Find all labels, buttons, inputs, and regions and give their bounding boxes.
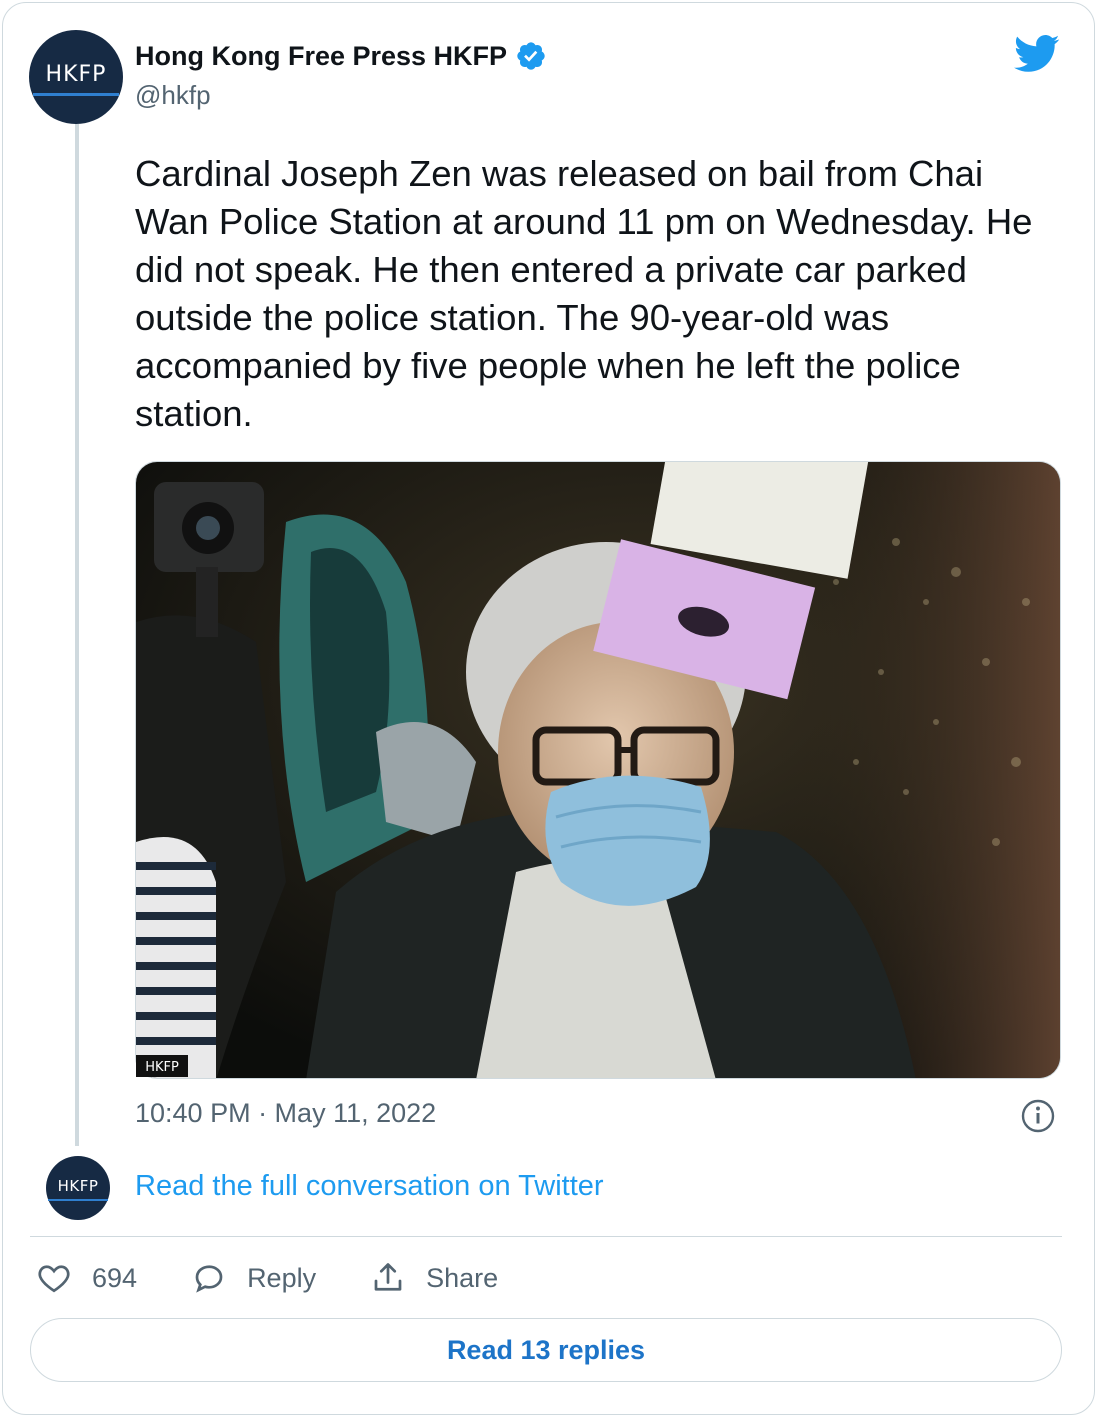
read-full-conversation-link[interactable]: Read the full conversation on Twitter	[135, 1170, 604, 1203]
like-button[interactable]: 694	[36, 1260, 137, 1296]
info-icon[interactable]	[1020, 1098, 1056, 1134]
photo-image	[136, 462, 1060, 1078]
thread-line	[75, 124, 79, 1146]
conversation-avatar-text: HKFP	[57, 1177, 99, 1195]
verified-badge-icon	[517, 42, 545, 70]
share-label: Share	[426, 1262, 499, 1293]
photo-watermark-text: HKFP	[145, 1060, 179, 1075]
twitter-bird-icon[interactable]	[1014, 34, 1060, 74]
avatar-logo-text: HKFP	[45, 62, 107, 87]
striped-shirt	[136, 837, 216, 1078]
photo-watermark: HKFP	[136, 1055, 188, 1077]
author-handle[interactable]: @hkfp	[135, 80, 211, 111]
tweet-timestamp[interactable]: 10:40 PM · May 11, 2022	[135, 1098, 436, 1129]
like-count: 694	[92, 1262, 138, 1293]
author-avatar[interactable]: HKFP	[29, 30, 123, 124]
share-icon	[374, 1263, 402, 1291]
tweet-text: Cardinal Joseph Zen was released on bail…	[135, 153, 1033, 434]
read-replies-button[interactable]: Read 13 replies	[30, 1318, 1062, 1382]
read-replies-label: Read 13 replies	[446, 1334, 646, 1365]
author-name-text: Hong Kong Free Press HKFP	[135, 40, 508, 71]
reply-bubble-icon	[195, 1265, 223, 1293]
author-name[interactable]: Hong Kong Free Press HKFP	[135, 40, 547, 72]
reply-button[interactable]: Reply	[191, 1260, 316, 1296]
heart-icon	[38, 1265, 70, 1293]
avatar-logo-line	[33, 93, 119, 96]
share-button[interactable]: Share	[370, 1260, 498, 1296]
action-bar: 694 Reply Share	[36, 1258, 552, 1298]
conversation-avatar-line	[48, 1199, 108, 1201]
tweet-photo[interactable]	[135, 461, 1061, 1079]
conversation-avatar[interactable]: HKFP	[46, 1156, 110, 1220]
reply-label: Reply	[247, 1262, 317, 1293]
divider	[30, 1236, 1062, 1237]
